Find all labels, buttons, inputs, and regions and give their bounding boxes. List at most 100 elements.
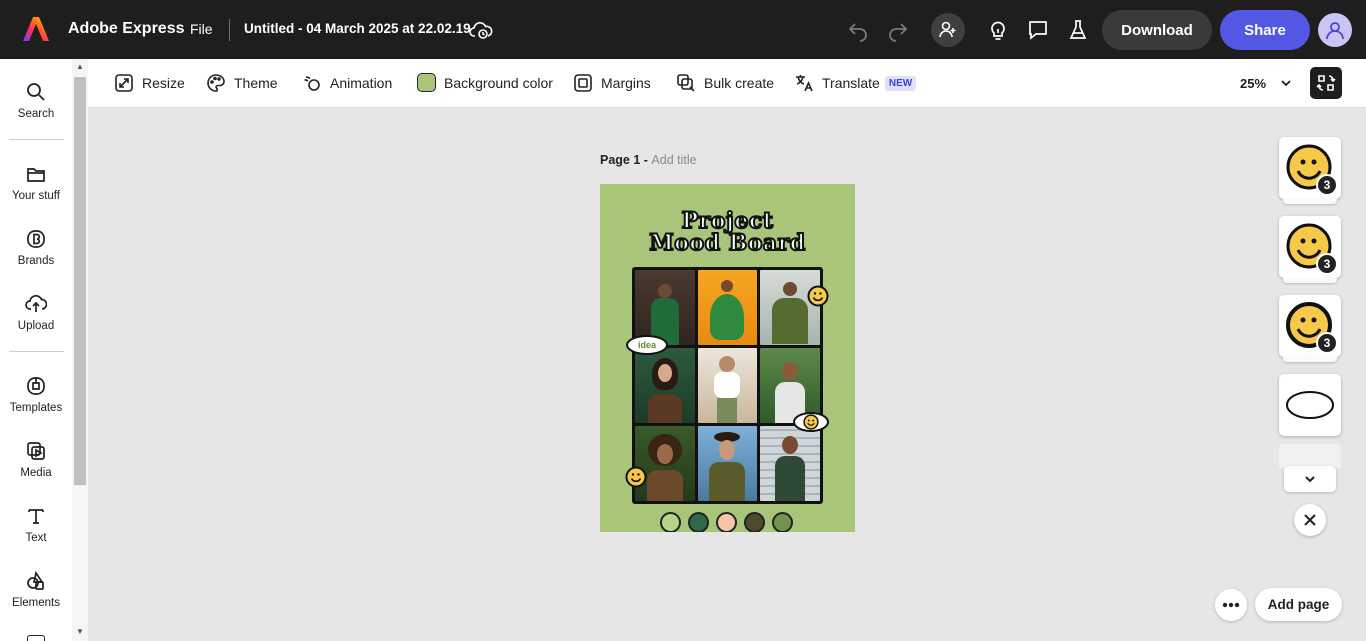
adobe-express-logo-icon[interactable] — [22, 15, 50, 43]
theme-button[interactable]: Theme — [206, 73, 278, 93]
animation-button[interactable]: Animation — [302, 73, 392, 93]
color-swatch[interactable] — [772, 512, 793, 532]
app-name[interactable]: Adobe Express — [68, 20, 184, 38]
elements-icon — [27, 570, 44, 590]
divider — [229, 19, 230, 41]
zoom-level[interactable]: 25% — [1240, 76, 1266, 91]
photo-cell[interactable] — [635, 270, 695, 345]
flask-icon[interactable] — [1066, 18, 1090, 42]
photo-cell[interactable] — [697, 348, 758, 423]
partial-thumbnail[interactable] — [1279, 444, 1341, 468]
lightbulb-icon[interactable] — [986, 18, 1010, 42]
add-title-link[interactable]: Add title — [651, 153, 696, 167]
design-toolbar: Resize Theme Animation Background color … — [88, 59, 1366, 108]
add-page-button[interactable]: Add page — [1255, 588, 1342, 621]
idea-sticker[interactable]: idea — [626, 335, 668, 355]
resize-icon — [115, 74, 133, 92]
margins-label: Margins — [601, 75, 651, 91]
photo-cell[interactable] — [635, 426, 695, 501]
sidebar-item-label: Media — [20, 467, 52, 479]
sidebar-item-search[interactable]: Search — [0, 81, 72, 120]
sidebar-item-your-stuff[interactable]: Your stuff — [0, 163, 72, 202]
close-panel-button[interactable] — [1294, 504, 1326, 536]
translate-button[interactable]: Translate NEW — [794, 73, 917, 93]
resize-button[interactable]: Resize — [114, 73, 185, 93]
shape-thumbnail[interactable] — [1279, 374, 1341, 436]
layers-swap-icon — [1316, 75, 1336, 91]
sidebar-item-templates[interactable]: Templates — [0, 375, 72, 414]
scroll-down-arrow-icon[interactable]: ▼ — [75, 627, 85, 637]
new-badge: NEW — [884, 75, 917, 91]
bulk-create-button[interactable]: Bulk create — [676, 73, 774, 93]
smiley-sticker-icon[interactable] — [803, 414, 819, 430]
color-swatch[interactable] — [744, 512, 765, 532]
count-badge: 3 — [1316, 253, 1338, 275]
artboard-title-line-1: Project — [681, 208, 774, 234]
sidebar-item-brands[interactable]: Brands — [0, 228, 72, 267]
photo-cell[interactable] — [635, 348, 695, 423]
comment-icon[interactable] — [1026, 18, 1050, 42]
show-more-button[interactable] — [1284, 466, 1336, 492]
artboard-title-line-2: Mood Board — [648, 230, 806, 256]
media-icon — [27, 442, 45, 460]
redo-icon[interactable] — [886, 18, 910, 42]
color-swatch[interactable] — [660, 512, 681, 532]
stack-edge — [1283, 278, 1337, 283]
photo-cell[interactable] — [697, 270, 758, 345]
invite-collaborator-button[interactable] — [931, 13, 965, 47]
photo-grid[interactable] — [632, 267, 823, 504]
sticker-thumbnail[interactable]: 3 — [1279, 137, 1341, 204]
scroll-up-arrow-icon[interactable]: ▲ — [75, 62, 85, 72]
top-bar: Adobe Express File Untitled - 04 March 2… — [0, 0, 1366, 59]
color-swatch[interactable] — [688, 512, 709, 532]
margins-icon — [574, 74, 592, 92]
smiley-sticker-icon[interactable] — [625, 466, 647, 488]
artboard-title[interactable]: Project Mood Board — [600, 208, 855, 256]
sidebar-item-label: Text — [25, 532, 47, 544]
smiley-sticker-icon[interactable] — [807, 285, 829, 307]
document-title[interactable]: Untitled - 04 March 2025 at 22.02.19 — [244, 21, 471, 36]
divider — [9, 139, 64, 140]
photo-cell[interactable] — [760, 270, 820, 345]
theme-label: Theme — [234, 75, 278, 91]
sidebar-item-text[interactable]: Text — [0, 505, 72, 544]
download-button[interactable]: Download — [1102, 10, 1212, 50]
sidebar-item-elements[interactable]: Elements — [0, 570, 72, 609]
share-button[interactable]: Share — [1220, 10, 1310, 50]
templates-icon — [27, 377, 45, 395]
artboard[interactable]: Project Mood Board idea — [600, 184, 855, 532]
file-menu[interactable]: File — [190, 21, 213, 37]
resize-label: Resize — [142, 75, 185, 91]
sidebar-item-label: Your stuff — [12, 190, 60, 202]
sidebar-item-upload[interactable]: Upload — [0, 293, 72, 332]
avatar[interactable] — [1318, 13, 1352, 47]
cloud-sync-icon[interactable] — [469, 19, 493, 41]
more-options-button[interactable] — [1215, 589, 1247, 621]
photo-cell[interactable] — [760, 426, 820, 501]
margins-button[interactable]: Margins — [573, 73, 651, 93]
color-swatch[interactable] — [716, 512, 737, 532]
sidebar-item-label: Upload — [17, 320, 55, 332]
folder-icon — [27, 168, 45, 182]
sidebar-item-media[interactable]: Media — [0, 440, 72, 479]
ellipse-shape-icon — [1286, 391, 1334, 419]
photo-cell[interactable] — [697, 426, 758, 501]
palette-icon — [207, 74, 225, 92]
undo-icon[interactable] — [846, 18, 870, 42]
sticker-thumbnail[interactable]: 3 — [1279, 295, 1341, 362]
sticker-thumbnail[interactable]: 3 — [1279, 216, 1341, 283]
scrollbar-thumb[interactable] — [74, 77, 86, 485]
animation-icon — [304, 76, 320, 91]
close-icon — [1304, 514, 1316, 526]
chevron-down-icon[interactable] — [1279, 76, 1293, 90]
add-person-icon — [939, 21, 956, 38]
background-color-label: Background color — [444, 74, 553, 91]
background-color-button[interactable]: Background color — [417, 73, 553, 92]
stack-edge — [1283, 357, 1337, 362]
divider — [9, 351, 64, 352]
layout-toggle-button[interactable] — [1310, 67, 1342, 99]
translate-icon — [796, 75, 813, 92]
bulk-create-label: Bulk create — [704, 75, 775, 91]
sidebar-item-label: Search — [17, 108, 55, 120]
color-swatches — [660, 512, 793, 532]
